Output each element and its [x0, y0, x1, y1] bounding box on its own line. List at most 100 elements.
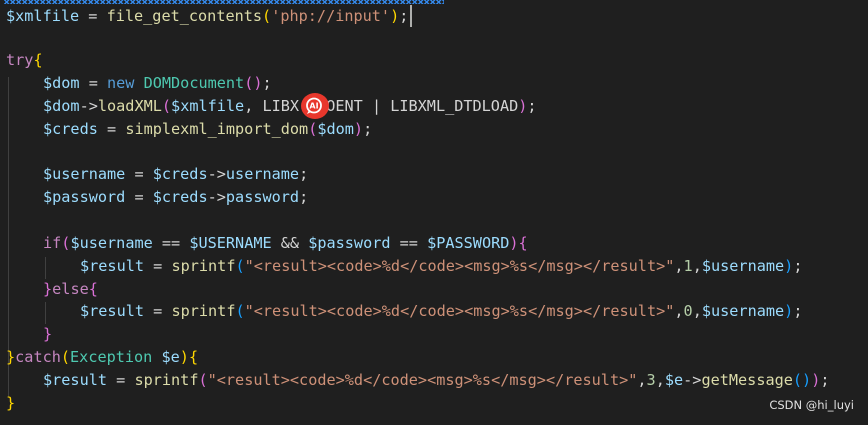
code-line-10: }else{: [43, 278, 98, 300]
code-token: catch: [15, 348, 61, 366]
code-token: $creds: [43, 120, 98, 138]
code-token: }: [6, 394, 16, 412]
code-token: , LIBX: [244, 97, 300, 115]
code-token: =: [144, 257, 172, 275]
code-token: $USERNAME: [189, 234, 272, 252]
code-line-11: $result = sprintf("<result><code>%d</cod…: [80, 300, 802, 322]
code-token: (: [198, 371, 208, 389]
code-token: ->: [79, 97, 98, 115]
code-token: =: [97, 120, 126, 138]
code-token: ,: [692, 257, 702, 275]
code-line-9: $result = sprintf("<result><code>%d</cod…: [80, 255, 802, 277]
code-token: (: [235, 257, 245, 275]
code-token: $creds: [152, 165, 208, 183]
warning-squiggle: [4, 0, 444, 4]
code-token: (: [308, 120, 318, 138]
code-token: =: [125, 188, 153, 206]
code-token: else: [52, 280, 89, 298]
code-token: ;: [793, 257, 803, 275]
code-token: try: [6, 51, 34, 69]
code-token: ): [390, 7, 400, 25]
code-token: {: [518, 234, 528, 252]
code-token: (: [60, 348, 71, 366]
code-token: sprintf: [171, 257, 236, 275]
code-token: =: [79, 7, 107, 25]
code-token: ;: [820, 371, 830, 389]
code-token: {: [88, 280, 98, 298]
ai-assistant-icon[interactable]: AI: [301, 93, 329, 119]
code-line-1: $xmlfile = file_get_contents('php://inpu…: [6, 5, 408, 27]
code-line-2: try{: [6, 49, 43, 71]
code-token: $dom: [43, 74, 80, 92]
code-token: }: [43, 280, 53, 298]
code-token: 'php://input': [271, 7, 391, 25]
code-token: "<result><code>%d</code><msg>%s</msg></r…: [244, 257, 675, 275]
indent-guide: [45, 257, 46, 279]
code-token: ;: [262, 74, 272, 92]
code-token: (): [244, 74, 263, 92]
code-token: $password: [308, 234, 391, 252]
code-token: ): [509, 234, 519, 252]
code-token: ): [784, 257, 794, 275]
code-token: simplexml_import_dom: [125, 120, 309, 138]
code-token: 3: [646, 371, 656, 389]
code-token: "<result><code>%d</code><msg>%s</msg></r…: [244, 302, 675, 320]
code-token: $result: [80, 302, 145, 320]
code-token: $password: [43, 188, 126, 206]
code-token: ,: [655, 371, 665, 389]
code-token: ): [179, 348, 189, 366]
code-line-13: }catch(Exception $e){: [6, 346, 198, 368]
code-token: ->: [207, 165, 226, 183]
code-token: ;: [299, 188, 309, 206]
code-token: sprintf: [171, 302, 236, 320]
code-token: $username: [701, 302, 785, 320]
code-line-15: }: [6, 392, 15, 414]
code-token: $username: [70, 234, 153, 252]
code-line-4: $dom->loadXML($xmlfile, LIBX NOENT | LIBX…: [43, 95, 537, 117]
code-token: $e: [161, 348, 180, 366]
code-token: ==: [390, 234, 428, 252]
code-token: $xmlfile: [171, 97, 245, 115]
svg-text:AI: AI: [309, 102, 318, 111]
code-line-8: if($username == $USERNAME && $password =…: [43, 232, 528, 254]
code-token: "<result><code>%d</code><msg>%s</msg></r…: [207, 371, 638, 389]
code-token: ): [353, 120, 364, 138]
code-token: ,: [674, 257, 684, 275]
code-token: $dom: [317, 120, 354, 138]
code-token: password: [225, 188, 300, 206]
code-token: ->: [683, 371, 702, 389]
indent-guide: [45, 302, 46, 324]
code-token: Exception: [70, 348, 153, 366]
code-token: $result: [80, 257, 145, 275]
code-token: if: [43, 234, 62, 252]
code-token: }: [43, 325, 53, 343]
code-token: DOMDocument: [143, 74, 245, 92]
code-token: ;: [299, 165, 309, 183]
code-token: ;: [793, 302, 803, 320]
code-token: }: [6, 348, 16, 366]
code-token: ): [811, 371, 821, 389]
code-token: $username: [701, 257, 785, 275]
code-editor[interactable]: $xmlfile = file_get_contents ( 'php://inpu…: [0, 0, 868, 425]
code-token: ->: [207, 188, 226, 206]
code-line-6: $username = $creds->username;: [43, 163, 308, 185]
code-token: ,: [674, 302, 684, 320]
watermark: CSDN @hi_luyi: [769, 398, 854, 412]
code-token: (): [792, 371, 812, 389]
code-token: file_get_contents: [106, 7, 263, 25]
code-token: username: [225, 165, 300, 183]
code-token: sprintf: [134, 371, 199, 389]
code-token: ,: [637, 371, 647, 389]
code-token: =: [125, 165, 153, 183]
code-token: =: [79, 74, 108, 92]
code-token: (: [161, 97, 172, 115]
code-token: {: [188, 348, 199, 366]
code-token: (: [235, 302, 245, 320]
code-line-14: $result = sprintf("<result><code>%d</cod…: [43, 369, 830, 391]
code-token: $result: [43, 371, 108, 389]
code-line-12: }: [43, 323, 52, 345]
code-token: $dom: [43, 97, 80, 115]
code-token: ,: [692, 302, 702, 320]
code-token: ;: [527, 97, 537, 115]
